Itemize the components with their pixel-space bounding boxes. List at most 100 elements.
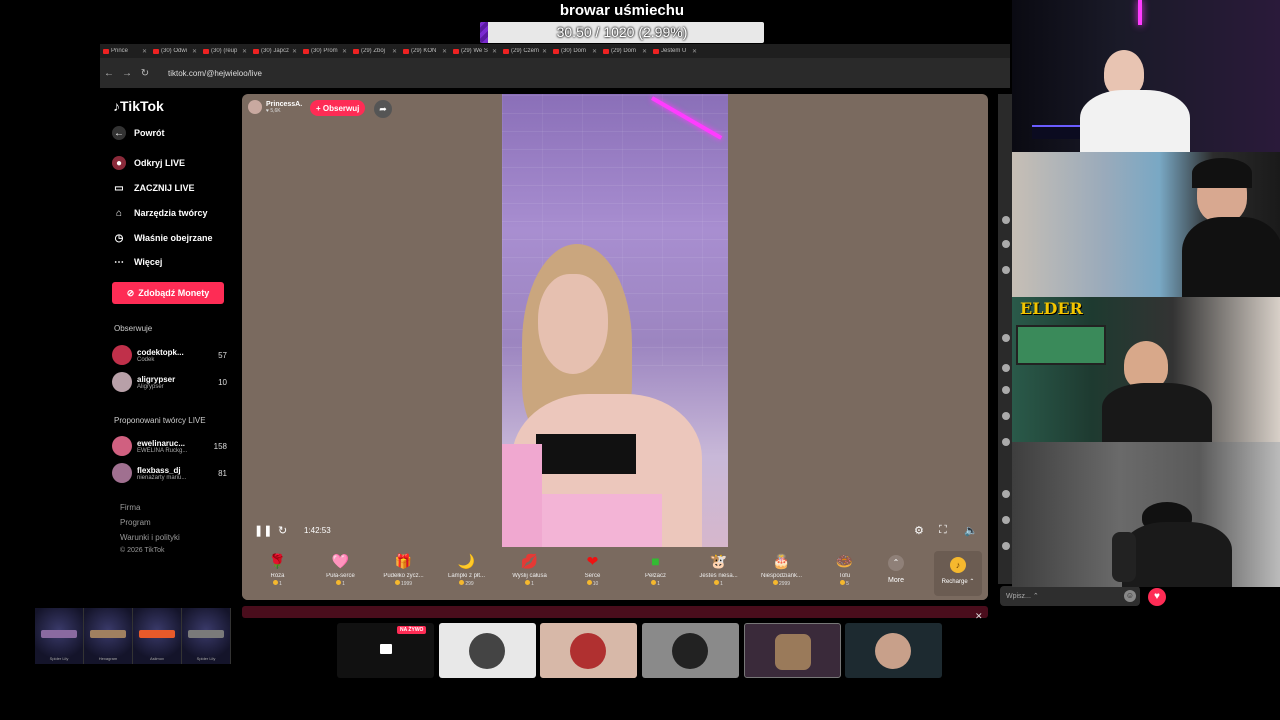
settings-icon[interactable]: ⚙	[914, 524, 924, 537]
back-button[interactable]: ← Powrót	[112, 126, 165, 140]
coin-icon	[459, 580, 465, 585]
gift-surprise[interactable]: 🎂 Niespodziank... 2999	[750, 547, 813, 600]
tab-label: (30) Dom	[561, 48, 587, 54]
footer-link[interactable]: Firma	[120, 503, 140, 512]
history-icon: ◷	[114, 232, 124, 244]
footer-link[interactable]: Program	[120, 518, 151, 527]
gift-rose[interactable]: 🌹 Róża 1	[246, 547, 309, 600]
suggested-title: Proponowani twórcy LIVE	[114, 416, 206, 425]
sidebar-item-creator-tools[interactable]: ⌂ Narzędzia twórcy	[112, 206, 208, 220]
browser-tab[interactable]: (30) (reup ✕	[200, 48, 250, 55]
close-tab-icon[interactable]: ✕	[242, 48, 247, 55]
tab-label: (29) KON	[411, 48, 437, 54]
browser-tab[interactable]: (30) Prom ✕	[300, 48, 350, 55]
refresh-icon[interactable]: ↻	[278, 524, 287, 537]
live-player[interactable]: PrincessA. ♥ 5,6K + Obserwuj ➦ ❚❚ ↻ 1:42…	[242, 94, 988, 600]
browser-tab[interactable]: (30) Japcz ✕	[250, 48, 300, 55]
gift-heart[interactable]: ❤ Serce 10	[561, 547, 624, 600]
footer-link[interactable]: Warunki i polityki	[120, 533, 180, 542]
browser-tab[interactable]: (30) Dom ✕	[550, 48, 600, 55]
fullscreen-icon[interactable]: ⛶	[939, 524, 947, 537]
pause-icon[interactable]: ❚❚	[254, 524, 272, 537]
coin-icon	[840, 580, 846, 585]
streamer-shirt	[1102, 383, 1212, 442]
close-tab-icon[interactable]: ✕	[542, 48, 547, 55]
browser-tab[interactable]: Prince ✕	[100, 48, 150, 55]
suggested-item[interactable]: flexbass_dj nienażarty mariu... 81	[112, 462, 227, 484]
tofu-icon: 🍩	[835, 552, 854, 569]
close-tab-icon[interactable]: ✕	[492, 48, 497, 55]
tab-label: (30) (reup	[211, 48, 238, 54]
gift-you-are-awesome[interactable]: 🐮 Jesteś niesa... 1	[687, 547, 750, 600]
webcam-4	[1012, 442, 1280, 587]
close-tab-icon[interactable]: ✕	[192, 48, 197, 55]
chat-avatar	[1002, 386, 1010, 394]
streamer-hoodie	[1122, 522, 1232, 587]
following-item[interactable]: codektopk... Codek 57	[112, 344, 227, 366]
back-label: Powrót	[134, 128, 165, 138]
reload-icon[interactable]: ↻	[136, 68, 154, 79]
sidebar-item-start-live[interactable]: ▭ ZACZNIJ LIVE	[112, 181, 194, 195]
chat-avatar	[1002, 542, 1010, 550]
chat-input[interactable]: Wpisz... ⌃	[1000, 586, 1140, 606]
emoji-icon[interactable]: ☺	[1124, 590, 1136, 602]
chevron-up-icon: ⌃	[888, 555, 904, 571]
participant-tile-screen[interactable]: NA ŻYWO	[337, 623, 434, 678]
browser-tab[interactable]: (29) KON ✕	[400, 48, 450, 55]
close-tab-icon[interactable]: ✕	[642, 48, 647, 55]
tiktok-logo[interactable]: ♪TikTok	[113, 98, 164, 114]
following-item[interactable]: aligrypser Aligrypser 10	[112, 371, 227, 393]
streamer-shirt	[1080, 90, 1190, 152]
sidebar-item-discover-live[interactable]: ● Odkryj LIVE	[112, 156, 185, 170]
volume-icon[interactable]: 🔈	[964, 524, 978, 537]
gift-lamps[interactable]: 🌙 Lampki z płt... 299	[435, 547, 498, 600]
close-tab-icon[interactable]: ✕	[442, 48, 447, 55]
close-tab-icon[interactable]: ✕	[392, 48, 397, 55]
sidebar-item-more[interactable]: ⋯ Więcej	[112, 255, 162, 269]
follow-button[interactable]: + Obserwuj	[310, 100, 366, 116]
youtube-icon	[303, 48, 309, 54]
browser-tab[interactable]: Jestem U ✕	[650, 48, 700, 55]
gift-wish-box[interactable]: 🎁 Pudełko życz... 1999	[372, 547, 435, 600]
close-tab-icon[interactable]: ✕	[342, 48, 347, 55]
close-tab-icon[interactable]: ✕	[292, 48, 297, 55]
url-field[interactable]: tiktok.com/@hejwieloo/live	[168, 69, 262, 78]
gun-icon	[41, 630, 77, 638]
copyright: © 2026 TikTok	[120, 547, 165, 554]
browser-tab[interactable]: (29) Zboj ✕	[350, 48, 400, 55]
rose-icon: 🌹	[268, 552, 287, 569]
browser-tab[interactable]: (29) Czem ✕	[500, 48, 550, 55]
chat-avatar	[1002, 490, 1010, 498]
suggested-item[interactable]: ewelinaruc... EWELINA Ruckg... 158	[112, 435, 227, 457]
participant-tile[interactable]	[439, 623, 536, 678]
avatar	[875, 633, 911, 669]
back-arrow-icon[interactable]: ←	[100, 68, 118, 79]
close-tab-icon[interactable]: ✕	[142, 48, 147, 55]
heart-icon: ❤	[586, 552, 599, 569]
browser-tab[interactable]: (29) We S ✕	[450, 48, 500, 55]
sidebar-item-recently-watched[interactable]: ◷ Właśnie obejrzane	[112, 231, 213, 245]
streamer-head	[1124, 341, 1168, 389]
forward-arrow-icon[interactable]: →	[118, 68, 136, 79]
participant-tile[interactable]	[642, 623, 739, 678]
back-arrow-icon: ←	[112, 126, 126, 140]
gift-tofu[interactable]: 🍩 Tofu 5	[813, 547, 876, 600]
close-icon[interactable]: ✕	[975, 611, 983, 622]
recharge-button[interactable]: ♪ Recharge ⌃	[934, 551, 982, 596]
gift-kiss[interactable]: 💋 Wyślij całusa 1	[498, 547, 561, 600]
close-tab-icon[interactable]: ✕	[592, 48, 597, 55]
gift-creeper[interactable]: ■ Pełzacz 1	[624, 547, 687, 600]
more-gifts-button[interactable]: ⌃ More	[876, 547, 916, 600]
participant-tile[interactable]	[540, 623, 637, 678]
browser-tab[interactable]: (29) Dom ✕	[600, 48, 650, 55]
gift-bar: 🌹 Róża 1 🩷 Puła-serce 1 🎁 Pudełko życz..…	[242, 547, 988, 600]
browser-tab[interactable]: (30) Odwi ✕	[150, 48, 200, 55]
participant-tile-active[interactable]	[744, 623, 841, 678]
get-coins-button[interactable]: ⊘ Zdobądź Monety	[112, 282, 224, 304]
participant-tile[interactable]	[845, 623, 942, 678]
creator-chip[interactable]: PrincessA. ♥ 5,6K	[248, 100, 302, 114]
share-icon[interactable]: ➦	[374, 100, 392, 118]
close-tab-icon[interactable]: ✕	[692, 48, 697, 55]
gift-fluffy-heart[interactable]: 🩷 Puła-serce 1	[309, 547, 372, 600]
heart-icon[interactable]: ♥	[1148, 588, 1166, 606]
